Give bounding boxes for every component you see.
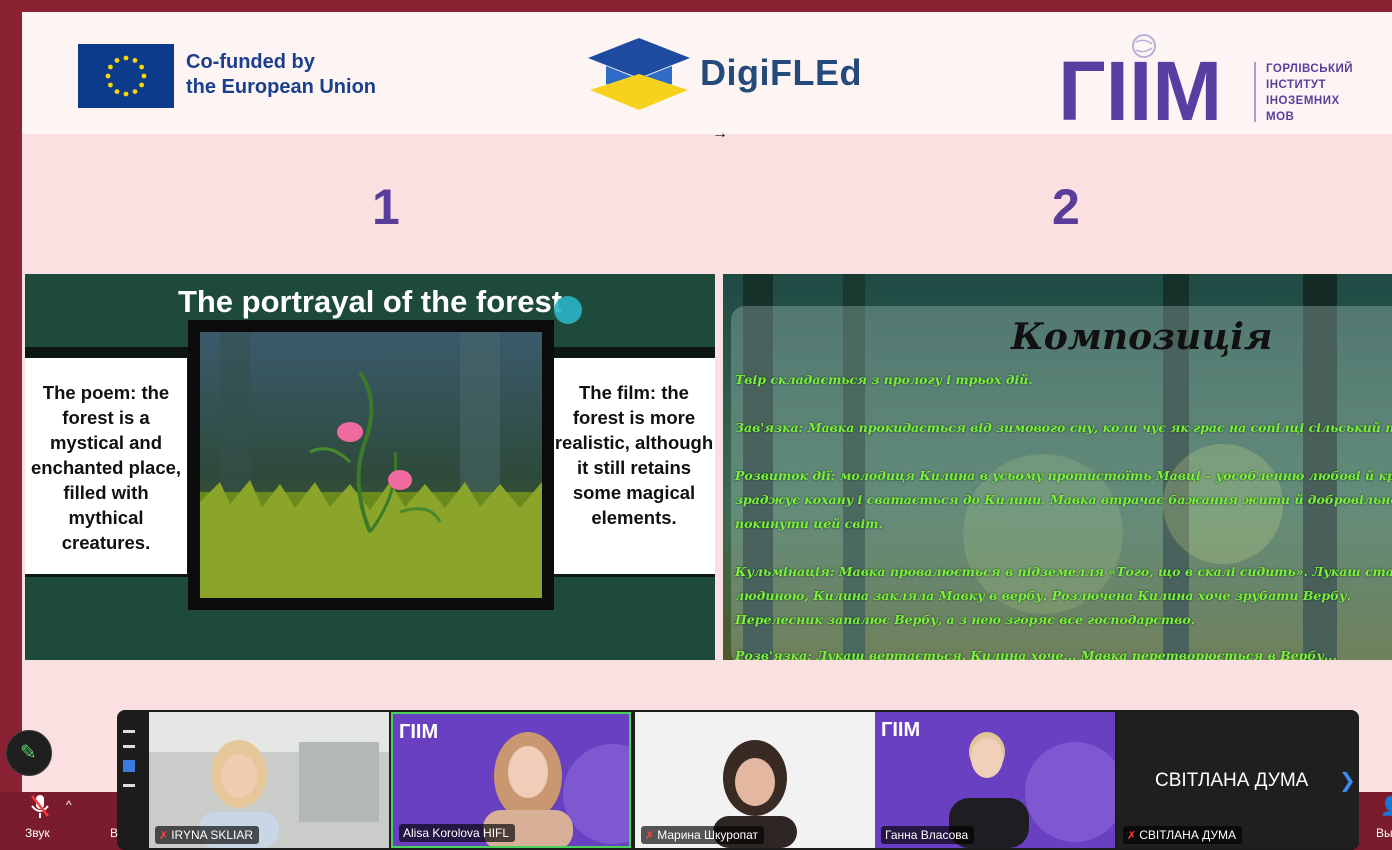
participant-name-label: ✗ СВІТЛАНА ДУМА	[1123, 826, 1243, 844]
composition-line: покинути цей світ.	[735, 516, 883, 531]
participant-display-name: СВІТЛАНА ДУМА	[1155, 770, 1309, 791]
composition-panel: Композиція Твір складається з прологу і …	[723, 274, 1392, 660]
menu-bar-icon	[123, 730, 135, 733]
forest-portrayal-panel: The portrayal of the forest The poem: th…	[25, 274, 715, 660]
pen-icon: ✎	[20, 742, 37, 764]
eu-text-line2: the European Union	[186, 76, 376, 98]
giim-logo: ГІІМ	[1056, 32, 1256, 138]
giim-text-line: МОВ	[1266, 111, 1295, 123]
eu-cofunded-text: Co-funded by the European Union	[186, 50, 426, 100]
film-description: The film: the forest is more realistic, …	[553, 358, 715, 574]
window-frame-top	[0, 0, 1392, 12]
giim-institute-name: ГОРЛІВСЬКИЙ ІНСТИТУТ ІНОЗЕМНИХ МОВ	[1266, 61, 1386, 125]
eu-text-line1: Co-funded by	[186, 51, 315, 73]
participant-name: СВІТЛАНА ДУМА	[1139, 828, 1237, 842]
composition-text-card	[731, 306, 1392, 660]
composition-line: зраджує кохану і сватається до Килини. М…	[735, 492, 1392, 507]
toolbar-truncated-label[interactable]: Вы	[1376, 826, 1392, 840]
slide-number-1: 1	[372, 179, 400, 235]
forest-flower-image	[188, 320, 554, 610]
participant-tile-video-off[interactable]: СВІТЛАНА ДУМА ✗ СВІТЛАНА ДУМА	[1117, 712, 1359, 848]
composition-line: людиною, Килина закляла Мавку в вербу. Р…	[735, 588, 1351, 603]
laser-pointer-dot	[554, 296, 582, 324]
giim-separator	[1254, 62, 1256, 122]
composition-line: Кульмінація: Мавка провалюється в підзем…	[735, 564, 1392, 579]
shared-slide: Co-funded by the European Union DigiFLEd…	[22, 12, 1392, 792]
strip-layout-menu[interactable]	[123, 730, 139, 799]
participants-strip: ✗ IRYNA SKLIAR ГІІМ Alisa Korolova HIFL ✗…	[117, 710, 1359, 850]
composition-line: Розвиток дії: молодиця Килина в усьому п…	[735, 468, 1392, 483]
eu-flag-icon	[78, 44, 174, 108]
sound-button-label[interactable]: Звук	[25, 826, 50, 840]
svg-text:ГІІМ: ГІІМ	[881, 719, 920, 741]
mic-muted-icon: ✗	[159, 830, 169, 842]
composition-line: Зав'язка: Мавка прокидається від зимовог…	[735, 420, 1392, 435]
mic-muted-icon: ✗	[645, 830, 655, 842]
participant-name-label: Ганна Власова	[881, 826, 975, 844]
participant-name-label: ✗ Марина Шкуропат	[641, 826, 765, 844]
participant-tile[interactable]: ГІІМ Ганна Власова	[875, 712, 1115, 848]
mic-muted-icon[interactable]	[30, 794, 50, 820]
chevron-right-icon[interactable]: ❯	[1339, 768, 1356, 793]
participant-tile[interactable]: ✗ Марина Шкуропат	[635, 712, 875, 848]
composition-line: Перелесник запалює Вербу, а з нею згоряє…	[735, 612, 1196, 627]
participant-tile-active-speaker[interactable]: ГІІМ Alisa Korolova HIFL	[391, 712, 631, 848]
poem-description: The poem: the forest is a mystical and e…	[25, 358, 187, 574]
annotate-pen-button[interactable]: ✎	[6, 730, 52, 776]
giim-text-line: ГОРЛІВСЬКИЙ	[1266, 63, 1354, 75]
giim-text-line: ІНОЗЕМНИХ	[1266, 95, 1340, 107]
leave-person-icon[interactable]: 👤	[1380, 796, 1392, 817]
toolbar-left	[0, 792, 117, 850]
participant-name: Alisa Korolova HIFL	[403, 826, 510, 840]
window-frame-left	[0, 12, 22, 850]
menu-bar-icon	[123, 745, 135, 748]
participant-name: Ганна Власова	[885, 828, 969, 842]
participant-name-label: Alisa Korolova HIFL	[399, 824, 516, 842]
composition-title: Композиція	[1011, 316, 1273, 358]
composition-line: Розв'язка: Лукаш вертається. Килина хоче…	[735, 648, 1337, 660]
pointer-arrow-icon: →	[712, 125, 728, 142]
logo-bar: Co-funded by the European Union DigiFLEd…	[22, 12, 1392, 138]
chevron-up-icon[interactable]: ^	[66, 798, 72, 812]
graduation-cap-icon	[584, 34, 694, 112]
participant-name: IRYNA SKLIAR	[171, 828, 254, 842]
digifled-logo-text: DigiFLEd	[700, 52, 862, 93]
composition-line: Твір складається з прологу і трьох дій.	[735, 372, 1033, 387]
svg-text:ГІІМ: ГІІМ	[399, 721, 438, 743]
slide-number-2: 2	[1052, 179, 1080, 235]
panel1-title: The portrayal of the forest	[177, 284, 563, 319]
participant-name: Марина Шкуропат	[657, 828, 759, 842]
menu-bar-icon	[123, 784, 135, 787]
layout-active-icon	[123, 760, 135, 772]
toolbar-truncated-label[interactable]: В	[110, 826, 118, 840]
giim-text-line: ІНСТИТУТ	[1266, 79, 1327, 91]
participant-name-label: ✗ IRYNA SKLIAR	[155, 826, 260, 844]
participant-tile[interactable]: ✗ IRYNA SKLIAR	[149, 712, 389, 848]
mic-muted-icon: ✗	[1127, 830, 1137, 842]
